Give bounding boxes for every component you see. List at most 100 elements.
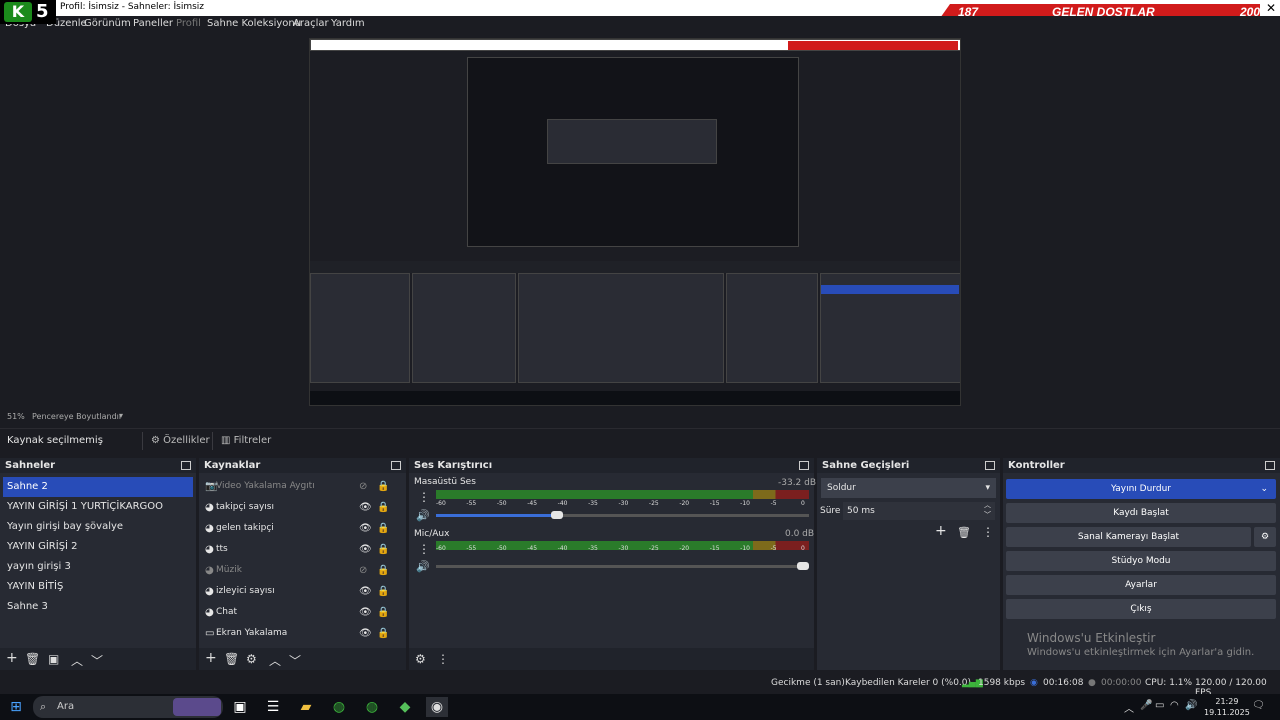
gear-icon[interactable]: ⚙ xyxy=(246,652,257,666)
speaker-icon[interactable]: 🔊 xyxy=(416,509,430,522)
speaker-icon[interactable]: 🔊 xyxy=(416,560,430,573)
task-view-icon[interactable]: ▣ xyxy=(229,697,251,717)
lock-icon[interactable]: 🔒 xyxy=(377,497,389,518)
duration-input[interactable]: 50 ms ︿ ﹀ xyxy=(843,500,995,520)
eye-icon[interactable]: 👁 xyxy=(359,581,372,602)
properties-button[interactable]: ⚙ Özellikler xyxy=(142,432,218,450)
windows-start-icon[interactable]: ⊞ xyxy=(5,697,27,717)
taskbar-clock[interactable]: 21:29 19.11.2025 xyxy=(1204,696,1250,718)
clock-time: 21:29 xyxy=(1215,697,1239,706)
settings-button[interactable]: Ayarlar xyxy=(1006,575,1276,595)
source-item[interactable]: ◕ Müzik ⊘ 🔒 xyxy=(199,560,406,581)
add-icon[interactable]: + xyxy=(935,523,947,539)
stop-stream-button[interactable]: Yayını Durdur ⌄ xyxy=(1006,479,1276,499)
app-icon[interactable]: ☰ xyxy=(262,697,284,717)
source-item[interactable]: ◕ takipçi sayısı 👁 🔒 xyxy=(199,497,406,518)
lock-icon[interactable]: 🔒 xyxy=(377,539,389,560)
transition-select[interactable]: Soldur ▾ xyxy=(821,478,996,498)
gear-icon[interactable]: ⚙ xyxy=(1254,527,1276,547)
gear-icon[interactable]: ⚙ xyxy=(415,652,426,666)
volume-slider[interactable] xyxy=(436,562,809,570)
start-record-button[interactable]: Kaydı Başlat xyxy=(1006,503,1276,523)
obs-icon[interactable]: ◉ xyxy=(426,697,448,717)
microphone-icon[interactable]: 🎤 xyxy=(1140,700,1152,711)
lock-icon[interactable]: 🔒 xyxy=(377,476,389,497)
trash-icon[interactable]: 🗑 xyxy=(224,652,239,666)
taskbar-search[interactable]: ⌕ Ara xyxy=(33,696,223,718)
trash-icon[interactable]: 🗑 xyxy=(25,652,40,666)
more-icon[interactable]: ⋮ xyxy=(418,490,430,504)
minecraft-icon[interactable]: ◆ xyxy=(394,697,416,717)
speaker-icon[interactable]: 🔊 xyxy=(1185,700,1197,711)
lock-icon[interactable]: 🔒 xyxy=(377,518,389,539)
add-icon[interactable]: + xyxy=(6,650,18,666)
menu-profile[interactable]: Profil xyxy=(176,18,201,29)
scene-item[interactable]: Yayın girişi bay şövalye xyxy=(0,517,196,537)
move-down-icon[interactable]: ﹀ xyxy=(289,652,301,669)
volume-slider[interactable] xyxy=(436,511,809,519)
preview-canvas[interactable] xyxy=(309,38,961,406)
slider-knob[interactable] xyxy=(550,511,563,519)
lock-icon[interactable]: 🔒 xyxy=(377,602,389,623)
move-up-icon[interactable]: ︿ xyxy=(71,652,83,669)
chevron-down-icon[interactable]: ⌄ xyxy=(1260,479,1268,499)
wifi-icon[interactable]: ◠ xyxy=(1170,700,1179,711)
chevron-up-icon[interactable]: ︿ xyxy=(1124,700,1134,715)
eye-icon[interactable]: 👁 xyxy=(359,497,372,518)
popout-icon[interactable] xyxy=(1265,461,1275,470)
scene-item[interactable]: YAYIN GİRİŞİ 2 xyxy=(0,537,196,557)
eye-hidden-icon[interactable]: ⊘ xyxy=(359,560,367,581)
source-item[interactable]: ◕ tts 👁 🔒 xyxy=(199,539,406,560)
zoom-mode[interactable]: Pencereye Boyutlandır xyxy=(32,412,122,421)
source-item[interactable]: ◕ izleyici sayısı 👁 🔒 xyxy=(199,581,406,602)
more-icon[interactable]: ⋮ xyxy=(418,542,430,556)
source-label: gelen takipçi xyxy=(216,523,274,533)
eye-icon[interactable]: 👁 xyxy=(359,518,372,539)
source-item[interactable]: ◕ gelen takipçi 👁 🔒 xyxy=(199,518,406,539)
source-item[interactable]: 📷 Video Yakalama Aygıtı ⊘ 🔒 xyxy=(199,476,406,497)
more-icon[interactable]: ⋮ xyxy=(982,525,994,539)
close-icon[interactable]: ✕ xyxy=(1262,0,1280,16)
chrome-icon[interactable]: ◍ xyxy=(328,697,350,717)
lock-icon[interactable]: 🔒 xyxy=(377,623,389,644)
menu-view[interactable]: Görünüm xyxy=(84,18,131,29)
popout-icon[interactable] xyxy=(799,461,809,470)
eye-icon[interactable]: 👁 xyxy=(359,602,372,623)
scene-item[interactable]: Sahne 3 xyxy=(0,597,196,617)
more-icon[interactable]: ⋮ xyxy=(437,652,449,666)
eye-hidden-icon[interactable]: ⊘ xyxy=(359,476,367,497)
eye-icon[interactable]: 👁 xyxy=(359,539,372,560)
move-down-icon[interactable]: ﹀ xyxy=(91,652,103,669)
menu-docks[interactable]: Paneller xyxy=(133,18,173,29)
start-vcam-button[interactable]: Sanal Kamerayı Başlat xyxy=(1006,527,1251,547)
menu-help[interactable]: Yardım xyxy=(331,18,365,29)
source-item[interactable]: ◕ Chat 👁 🔒 xyxy=(199,602,406,623)
eye-icon[interactable]: 👁 xyxy=(359,623,372,644)
move-up-icon[interactable]: ︿ xyxy=(269,652,281,669)
menu-scene-collection[interactable]: Sahne Koleksiyonu xyxy=(207,18,301,29)
notification-icon[interactable]: 🗨 xyxy=(1252,700,1265,711)
popout-icon[interactable] xyxy=(985,461,995,470)
chrome-icon[interactable]: ◍ xyxy=(361,697,383,717)
scene-item[interactable]: YAYIN BİTİŞ xyxy=(0,577,196,597)
spinner-icon[interactable]: ︿ ﹀ xyxy=(984,500,991,520)
lock-icon[interactable]: 🔒 xyxy=(377,581,389,602)
scene-item[interactable]: yayın girişi 3 xyxy=(0,557,196,577)
source-item[interactable]: ▭ Ekran Yakalama 👁 🔒 xyxy=(199,623,406,644)
popout-icon[interactable] xyxy=(391,461,401,470)
file-explorer-icon[interactable]: ▰ xyxy=(295,697,317,717)
studio-mode-button[interactable]: Stüdyo Modu xyxy=(1006,551,1276,571)
filters-button[interactable]: ▥ Filtreler xyxy=(212,432,279,450)
chevron-down-icon[interactable]: ▾ xyxy=(119,411,123,420)
scene-item[interactable]: YAYIN GİRİŞİ 1 YURTİÇİKARGOO xyxy=(0,497,196,517)
filter-icon[interactable]: ▣ xyxy=(48,652,59,666)
monitor-icon[interactable]: ▭ xyxy=(1155,700,1164,711)
popout-icon[interactable] xyxy=(181,461,191,470)
exit-button[interactable]: Çıkış xyxy=(1006,599,1276,619)
scene-item[interactable]: Sahne 2 xyxy=(3,477,193,497)
lock-icon[interactable]: 🔒 xyxy=(377,560,389,581)
menu-tools[interactable]: Araçlar xyxy=(293,18,329,29)
slider-knob[interactable] xyxy=(797,562,809,570)
add-icon[interactable]: + xyxy=(205,650,217,666)
trash-icon[interactable]: 🗑 xyxy=(957,526,971,539)
